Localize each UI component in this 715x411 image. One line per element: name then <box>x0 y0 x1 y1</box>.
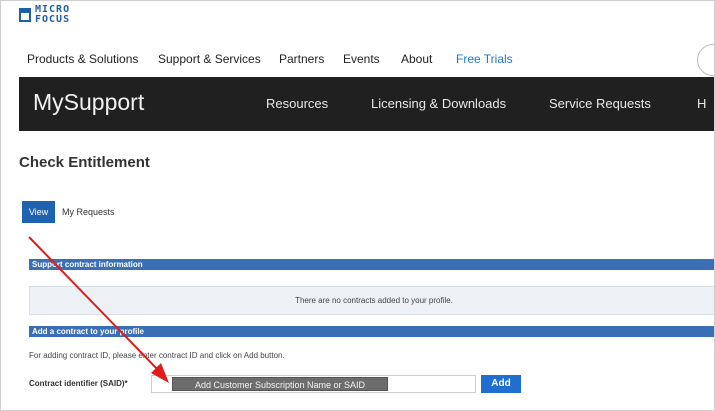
support-contract-section-heading: Support contract information <box>29 259 714 270</box>
no-contracts-message: There are no contracts added to your pro… <box>295 296 453 305</box>
logo-line-2: FOCUS <box>35 14 71 25</box>
nav-resources[interactable]: Resources <box>266 96 328 111</box>
nav-service-requests[interactable]: Service Requests <box>549 96 651 111</box>
add-button[interactable]: Add <box>481 375 521 393</box>
mysupport-brand[interactable]: MySupport <box>33 89 144 116</box>
topnav-support-services[interactable]: Support & Services <box>158 52 261 66</box>
tab-my-requests[interactable]: My Requests <box>62 207 115 217</box>
add-contract-help-text: For adding contract ID, please enter con… <box>29 351 285 360</box>
said-input[interactable]: Add Customer Subscription Name or SAID <box>151 375 476 393</box>
nav-help-truncated[interactable]: H <box>697 96 706 111</box>
search-circle-icon[interactable] <box>697 44 714 76</box>
page-title: Check Entitlement <box>19 154 150 171</box>
mysupport-header: MySupport Resources Licensing & Download… <box>19 77 714 131</box>
logo-mark-icon <box>19 8 31 22</box>
contracts-info-box: There are no contracts added to your pro… <box>29 286 714 315</box>
tab-view[interactable]: View <box>22 201 55 223</box>
topnav-about[interactable]: About <box>401 52 432 66</box>
topnav-events[interactable]: Events <box>343 52 380 66</box>
topnav-products-solutions[interactable]: Products & Solutions <box>27 52 138 66</box>
nav-licensing-downloads[interactable]: Licensing & Downloads <box>371 96 506 111</box>
logo-wordmark: MICRO FOCUS <box>35 5 70 25</box>
topnav-free-trials[interactable]: Free Trials <box>456 52 513 66</box>
topnav-partners[interactable]: Partners <box>279 52 324 66</box>
add-contract-section-heading: Add a contract to your profile <box>29 326 714 337</box>
page-frame: MICRO FOCUS Products & Solutions Support… <box>0 0 715 411</box>
micro-focus-logo[interactable]: MICRO FOCUS <box>19 5 109 31</box>
said-annotation-overlay: Add Customer Subscription Name or SAID <box>172 377 388 391</box>
said-field-label: Contract identifier (SAID)* <box>29 379 128 388</box>
